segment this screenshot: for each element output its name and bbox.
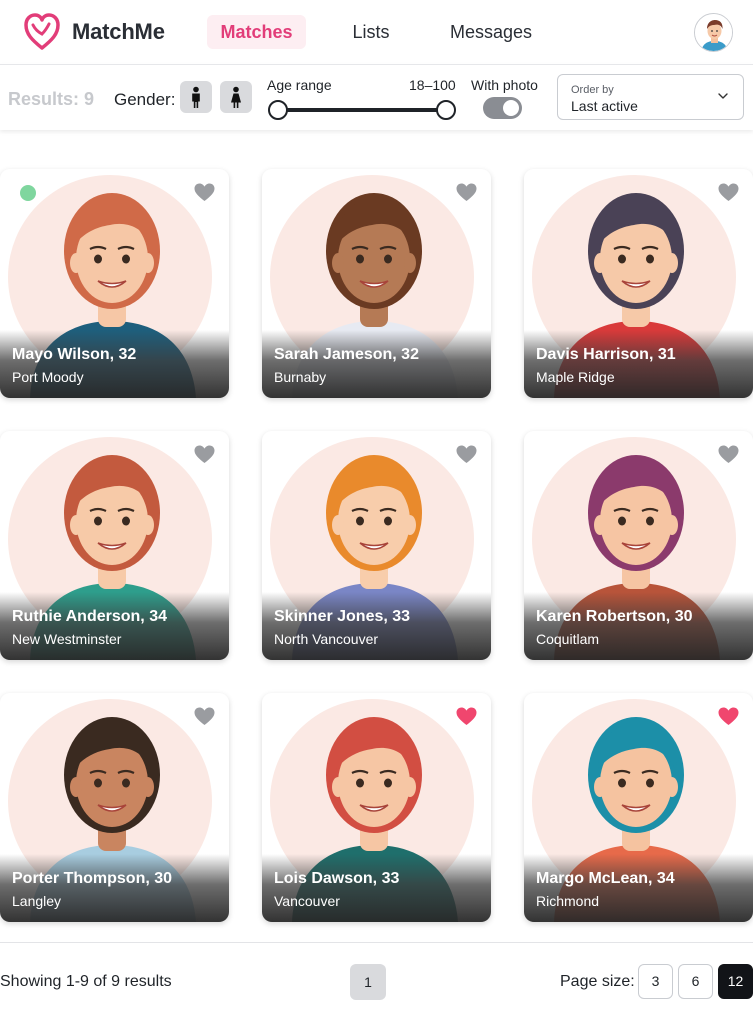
heart-icon[interactable] bbox=[718, 445, 739, 464]
profile-card[interactable]: Karen Robertson, 30 Coquitlam bbox=[524, 431, 753, 660]
male-icon bbox=[192, 86, 200, 108]
profile-city: New Westminster bbox=[12, 631, 122, 647]
profile-city: Burnaby bbox=[274, 369, 327, 385]
chevron-down-icon bbox=[718, 93, 728, 99]
online-indicator bbox=[20, 185, 36, 201]
order-by-value: Last active bbox=[571, 98, 638, 114]
profile-card[interactable]: Mayo Wilson, 32 Port Moody bbox=[0, 169, 229, 398]
heart-icon[interactable] bbox=[456, 183, 477, 202]
profile-name: Ruthie Anderson, 34 bbox=[12, 608, 167, 625]
profile-name: Karen Robertson, 30 bbox=[536, 608, 693, 625]
profile-city: Vancouver bbox=[274, 893, 340, 909]
heart-icon[interactable] bbox=[194, 183, 215, 202]
profile-card[interactable]: Margo McLean, 34 Richmond bbox=[524, 693, 753, 922]
profile-name: Porter Thompson, 30 bbox=[12, 870, 173, 887]
profile-card[interactable]: Sarah Jameson, 32 Burnaby bbox=[262, 169, 491, 398]
profile-card[interactable]: Skinner Jones, 33 North Vancouver bbox=[262, 431, 491, 660]
profile-city: Richmond bbox=[536, 893, 600, 909]
profile-name: Skinner Jones, 33 bbox=[274, 608, 411, 625]
tab-messages[interactable]: Messages bbox=[437, 15, 545, 49]
filter-bar: Results: 9 Gender: Age range 18–100 With… bbox=[0, 64, 753, 130]
heart-icon[interactable] bbox=[718, 707, 739, 726]
profile-city: Coquitlam bbox=[536, 631, 600, 647]
heart-logo-icon[interactable] bbox=[24, 12, 60, 52]
profile-name: Sarah Jameson, 32 bbox=[274, 346, 419, 363]
profile-card[interactable]: Lois Dawson, 33 Vancouver bbox=[262, 693, 491, 922]
page-size-3-button[interactable]: 3 bbox=[638, 964, 673, 999]
age-range-slider[interactable] bbox=[277, 108, 446, 112]
heart-icon[interactable] bbox=[194, 707, 215, 726]
tab-lists[interactable]: Lists bbox=[340, 15, 402, 49]
profile-card[interactable]: Davis Harrison, 31 Maple Ridge bbox=[524, 169, 753, 398]
gender-female-button[interactable] bbox=[220, 81, 252, 113]
heart-icon[interactable] bbox=[194, 445, 215, 464]
with-photo-label: With photo bbox=[471, 77, 538, 93]
age-range-value: 18–100 bbox=[409, 77, 456, 93]
order-by-caption: Order by bbox=[571, 84, 614, 96]
profile-name: Davis Harrison, 31 bbox=[536, 346, 676, 363]
with-photo-toggle[interactable] bbox=[483, 97, 522, 119]
profile-city: Langley bbox=[12, 893, 62, 909]
brand-name[interactable]: MatchMe bbox=[72, 19, 165, 45]
profile-name: Mayo Wilson, 32 bbox=[12, 346, 137, 363]
age-min-handle[interactable] bbox=[268, 100, 288, 120]
profile-name: Lois Dawson, 33 bbox=[274, 870, 400, 887]
showing-results-text: Showing 1-9 of 9 results bbox=[0, 973, 172, 990]
profile-city: Port Moody bbox=[12, 369, 84, 385]
page-size-label: Page size: bbox=[560, 973, 635, 990]
toggle-knob bbox=[503, 100, 519, 116]
order-by-select[interactable]: Order by Last active bbox=[557, 74, 744, 120]
heart-icon[interactable] bbox=[456, 707, 477, 726]
heart-icon[interactable] bbox=[456, 445, 477, 464]
page-button-1[interactable]: 1 bbox=[350, 964, 386, 1000]
female-icon bbox=[231, 86, 241, 108]
profile-city: Maple Ridge bbox=[536, 369, 615, 385]
page-size-6-button[interactable]: 6 bbox=[678, 964, 713, 999]
tab-matches[interactable]: Matches bbox=[207, 15, 306, 49]
profile-name: Margo McLean, 34 bbox=[536, 870, 675, 887]
profile-card[interactable]: Ruthie Anderson, 34 New Westminster bbox=[0, 431, 229, 660]
results-count: Results: 9 bbox=[8, 89, 95, 109]
top-navbar: MatchMe Matches Lists Messages bbox=[0, 0, 753, 64]
gender-label: Gender: bbox=[114, 90, 176, 109]
gender-male-button[interactable] bbox=[180, 81, 212, 113]
age-range-label: Age range bbox=[267, 77, 332, 93]
heart-icon[interactable] bbox=[718, 183, 739, 202]
profile-city: North Vancouver bbox=[274, 631, 379, 647]
footer-divider bbox=[0, 942, 753, 943]
user-avatar[interactable] bbox=[694, 13, 733, 52]
age-max-handle[interactable] bbox=[436, 100, 456, 120]
profile-card[interactable]: Porter Thompson, 30 Langley bbox=[0, 693, 229, 922]
page-size-12-button[interactable]: 12 bbox=[718, 964, 753, 999]
